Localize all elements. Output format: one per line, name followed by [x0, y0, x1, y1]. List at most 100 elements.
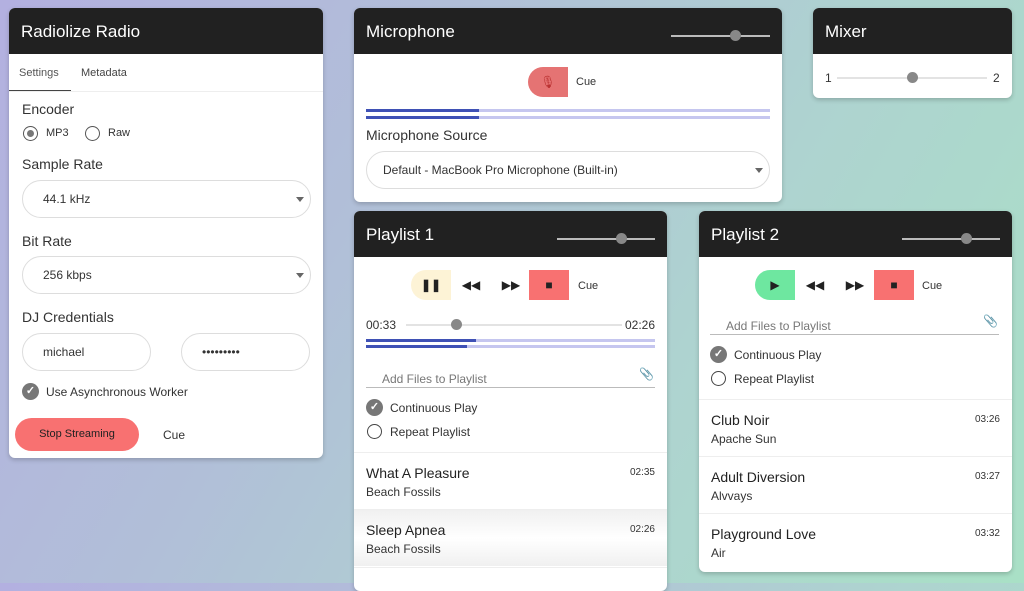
- playlist-2-card: Playlist 2 ▶ ◀◀ ▶▶ ■ Cue Add Files to Pl…: [699, 211, 1012, 572]
- stop-button[interactable]: ■: [874, 270, 914, 300]
- continuous-play-label: Continuous Play: [390, 401, 478, 415]
- track-title: Club Noir: [711, 412, 770, 428]
- track-item[interactable]: Adult Diversion Alvvays 03:27: [699, 456, 1012, 513]
- continuous-play-checkbox[interactable]: ✓: [366, 399, 383, 416]
- fast-forward-icon: ▶▶: [501, 278, 521, 292]
- mp3-label: MP3: [46, 127, 69, 139]
- track-item[interactable]: Club Noir Apache Sun 03:26: [699, 399, 1012, 456]
- repeat-playlist-checkbox[interactable]: [711, 371, 726, 386]
- bit-rate-label: Bit Rate: [22, 233, 72, 249]
- repeat-playlist-checkbox[interactable]: [367, 424, 382, 439]
- credentials-label: DJ Credentials: [22, 309, 114, 325]
- continuous-play-label: Continuous Play: [734, 348, 822, 362]
- level-meter: [366, 345, 655, 348]
- source-value: Default - MacBook Pro Microphone (Built-…: [383, 163, 618, 177]
- rewind-icon: ◀◀: [805, 278, 825, 292]
- radio-raw[interactable]: [85, 126, 100, 141]
- track-title: What A Pleasure: [366, 465, 470, 481]
- track-artist: Beach Fossils: [366, 542, 441, 556]
- stop-icon: ■: [545, 278, 553, 292]
- bit-rate-select[interactable]: 256 kbps: [22, 256, 311, 294]
- slider-knob[interactable]: [615, 233, 627, 244]
- card-title: Microphone: [366, 22, 455, 41]
- level-meter: [366, 116, 770, 119]
- rewind-icon: ◀◀: [461, 278, 481, 292]
- card-title: Mixer: [825, 22, 867, 41]
- microphone-button[interactable]: 🎙: [528, 67, 568, 97]
- slider-knob[interactable]: [907, 72, 918, 83]
- cue-button[interactable]: Cue: [922, 280, 942, 292]
- pause-button[interactable]: ❚❚: [411, 270, 451, 300]
- crossfader-slider[interactable]: [837, 72, 987, 83]
- username-input[interactable]: michael: [22, 333, 151, 371]
- mixer-card: Mixer 1 2: [813, 8, 1012, 98]
- stop-button[interactable]: ■: [529, 270, 569, 300]
- rewind-button[interactable]: ◀◀: [795, 270, 835, 300]
- continuous-play-checkbox[interactable]: ✓: [710, 346, 727, 363]
- cue-button[interactable]: Cue: [576, 76, 596, 88]
- track-artist: Apache Sun: [711, 432, 777, 446]
- slider-knob[interactable]: [960, 233, 972, 244]
- play-icon: ▶: [770, 278, 780, 292]
- play-button[interactable]: ▶: [755, 270, 795, 300]
- chevron-down-icon: [755, 168, 763, 173]
- level-meter: [366, 109, 770, 112]
- cue-button[interactable]: Cue: [163, 428, 185, 442]
- card-header: Playlist 1: [354, 211, 667, 257]
- card-header: Mixer: [813, 8, 1012, 54]
- async-checkbox[interactable]: ✓: [22, 383, 39, 400]
- elapsed-time: 00:33: [366, 318, 397, 332]
- fast-forward-icon: ▶▶: [845, 278, 865, 292]
- chevron-down-icon: [296, 197, 304, 202]
- mixer-left-label: 1: [825, 71, 832, 85]
- slider-knob[interactable]: [450, 319, 462, 330]
- divider: [366, 387, 655, 388]
- fast-forward-button[interactable]: ▶▶: [835, 270, 875, 300]
- card-header: Radiolize Radio: [9, 8, 323, 54]
- level-meter: [366, 339, 655, 342]
- paperclip-icon[interactable]: 📎: [983, 314, 998, 328]
- add-files-input[interactable]: Add Files to Playlist: [726, 319, 831, 333]
- source-label: Microphone Source: [366, 127, 488, 143]
- track-item[interactable]: Playground Love Air 03:32: [699, 513, 1012, 570]
- paperclip-icon[interactable]: 📎: [639, 367, 654, 381]
- password-input[interactable]: •••••••••: [181, 333, 310, 371]
- slider-knob[interactable]: [730, 30, 742, 41]
- volume-slider[interactable]: [902, 233, 1000, 244]
- divider: [710, 334, 999, 335]
- track-title: Playground Love: [711, 526, 817, 542]
- volume-slider[interactable]: [557, 233, 655, 244]
- card-title: Playlist 2: [711, 225, 780, 244]
- track-duration: 02:26: [629, 524, 655, 535]
- track-item[interactable]: Sleep Apnea Beach Fossils 02:26: [354, 509, 667, 566]
- playlist-1-card: Playlist 1 ❚❚ ◀◀ ▶▶ ■ Cue 00:33 02:26 Ad…: [354, 211, 667, 591]
- rewind-button[interactable]: ◀◀: [451, 270, 491, 300]
- radio-settings-card: Radiolize Radio Settings Metadata Encode…: [9, 8, 323, 458]
- mixer-right-label: 2: [993, 71, 1000, 85]
- card-header: Microphone: [354, 8, 782, 54]
- track-artist: Air: [711, 546, 726, 560]
- microphone-source-select[interactable]: Default - MacBook Pro Microphone (Built-…: [366, 151, 770, 189]
- divider: [9, 91, 323, 92]
- stop-icon: ■: [890, 278, 898, 292]
- fast-forward-button[interactable]: ▶▶: [491, 270, 531, 300]
- tab-metadata[interactable]: Metadata: [81, 67, 127, 79]
- divider: [354, 567, 667, 568]
- cue-button[interactable]: Cue: [578, 280, 598, 292]
- add-files-input[interactable]: Add Files to Playlist: [382, 372, 487, 386]
- total-time: 02:26: [625, 318, 656, 332]
- repeat-playlist-label: Repeat Playlist: [390, 425, 471, 439]
- track-item[interactable]: What A Pleasure Beach Fossils 02:35: [354, 452, 667, 509]
- sample-rate-select[interactable]: 44.1 kHz: [22, 180, 311, 218]
- tab-settings[interactable]: Settings: [9, 55, 71, 92]
- chevron-down-icon: [296, 273, 304, 278]
- track-artist: Alvvays: [711, 489, 753, 503]
- track-duration: 03:26: [974, 414, 1000, 425]
- volume-slider[interactable]: [671, 30, 770, 41]
- card-header: Playlist 2: [699, 211, 1012, 257]
- stop-streaming-button[interactable]: Stop Streaming: [15, 418, 139, 451]
- track-artist: Beach Fossils: [366, 485, 441, 499]
- radio-mp3[interactable]: [23, 126, 38, 141]
- track-title: Adult Diversion: [711, 469, 806, 485]
- seek-slider[interactable]: [406, 319, 622, 330]
